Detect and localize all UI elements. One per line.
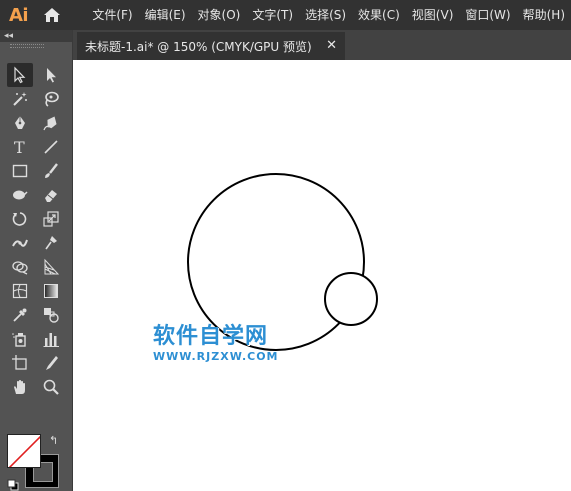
menu-view[interactable]: 视图(V) xyxy=(406,0,460,30)
menu-help[interactable]: 帮助(H) xyxy=(517,0,571,30)
puppet-warp-tool-icon[interactable] xyxy=(38,231,64,255)
document-tab-title: 未标题-1.ai* @ 150% (CMYK/GPU 预览) xyxy=(85,39,312,54)
fill-swatch[interactable] xyxy=(7,434,41,468)
swap-fill-stroke-icon[interactable]: ↰ xyxy=(49,434,58,447)
eyedropper-tool-icon[interactable] xyxy=(7,303,33,327)
menu-bar: Ai 文件(F) 编辑(E) 对象(O) 文字(T) 选择(S) 效果(C) 视… xyxy=(0,0,571,30)
width-tool-icon[interactable] xyxy=(7,231,33,255)
perspective-grid-tool-icon[interactable] xyxy=(38,255,64,279)
symbol-sprayer-tool-icon[interactable] xyxy=(7,327,33,351)
zoom-tool-icon[interactable] xyxy=(38,375,64,399)
gradient-tool-icon[interactable] xyxy=(38,279,64,303)
watermark-url: WWW.RJZXW.COM xyxy=(153,350,279,363)
column-graph-tool-icon[interactable] xyxy=(38,327,64,351)
magic-wand-tool-icon[interactable] xyxy=(7,87,33,111)
panel-grip[interactable] xyxy=(10,44,44,48)
lasso-tool-icon[interactable] xyxy=(38,87,64,111)
eraser-tool-icon[interactable] xyxy=(38,183,64,207)
document-tab[interactable]: 未标题-1.ai* @ 150% (CMYK/GPU 预览) ✕ xyxy=(77,32,345,60)
artboard-canvas[interactable]: 软件自学网 WWW.RJZXW.COM xyxy=(73,60,571,491)
menu-list: 文件(F) 编辑(E) 对象(O) 文字(T) 选择(S) 效果(C) 视图(V… xyxy=(86,0,571,30)
small-circle[interactable] xyxy=(324,272,378,326)
pen-tool-icon[interactable] xyxy=(7,111,33,135)
direct-selection-tool-icon[interactable] xyxy=(38,63,64,87)
document-tab-bar: 未标题-1.ai* @ 150% (CMYK/GPU 预览) ✕ xyxy=(73,30,571,60)
menu-edit[interactable]: 编辑(E) xyxy=(139,0,192,30)
rectangle-tool-icon[interactable] xyxy=(7,159,33,183)
illustrator-window: Ai 文件(F) 编辑(E) 对象(O) 文字(T) 选择(S) 效果(C) 视… xyxy=(0,0,571,491)
menu-select[interactable]: 选择(S) xyxy=(299,0,352,30)
none-fill-icon xyxy=(8,435,40,467)
tools-panel: ◂◂ T ↰ xyxy=(0,30,73,491)
mesh-tool-icon[interactable] xyxy=(7,279,33,303)
artboard-tool-icon[interactable] xyxy=(7,351,33,375)
watermark: 软件自学网 WWW.RJZXW.COM xyxy=(153,318,279,363)
ai-logo: Ai xyxy=(8,4,29,26)
shape-builder-tool-icon[interactable] xyxy=(7,255,33,279)
curvature-tool-icon[interactable] xyxy=(38,111,64,135)
menu-effect[interactable]: 效果(C) xyxy=(352,0,406,30)
menu-file[interactable]: 文件(F) xyxy=(86,0,138,30)
svg-text:T: T xyxy=(14,138,25,156)
watermark-title: 软件自学网 xyxy=(153,324,269,349)
close-icon[interactable]: ✕ xyxy=(326,38,337,53)
menu-type[interactable]: 文字(T) xyxy=(246,0,299,30)
canvas-artwork xyxy=(187,173,378,351)
selection-tool-icon[interactable] xyxy=(7,63,33,87)
menu-object[interactable]: 对象(O) xyxy=(192,0,247,30)
tools-panel-header: ◂◂ xyxy=(0,30,72,42)
line-segment-tool-icon[interactable] xyxy=(38,135,64,159)
scale-tool-icon[interactable] xyxy=(38,207,64,231)
type-tool-icon[interactable]: T xyxy=(7,135,33,159)
collapse-icon[interactable]: ◂◂ xyxy=(4,30,13,42)
slice-tool-icon[interactable] xyxy=(38,351,64,375)
default-fill-stroke-icon[interactable] xyxy=(7,476,19,491)
menu-window[interactable]: 窗口(W) xyxy=(459,0,516,30)
paintbrush-tool-icon[interactable] xyxy=(38,159,64,183)
home-icon[interactable] xyxy=(37,0,66,30)
hand-tool-icon[interactable] xyxy=(7,375,33,399)
blend-tool-icon[interactable] xyxy=(38,303,64,327)
rotate-tool-icon[interactable] xyxy=(7,207,33,231)
shaper-tool-icon[interactable] xyxy=(7,183,33,207)
